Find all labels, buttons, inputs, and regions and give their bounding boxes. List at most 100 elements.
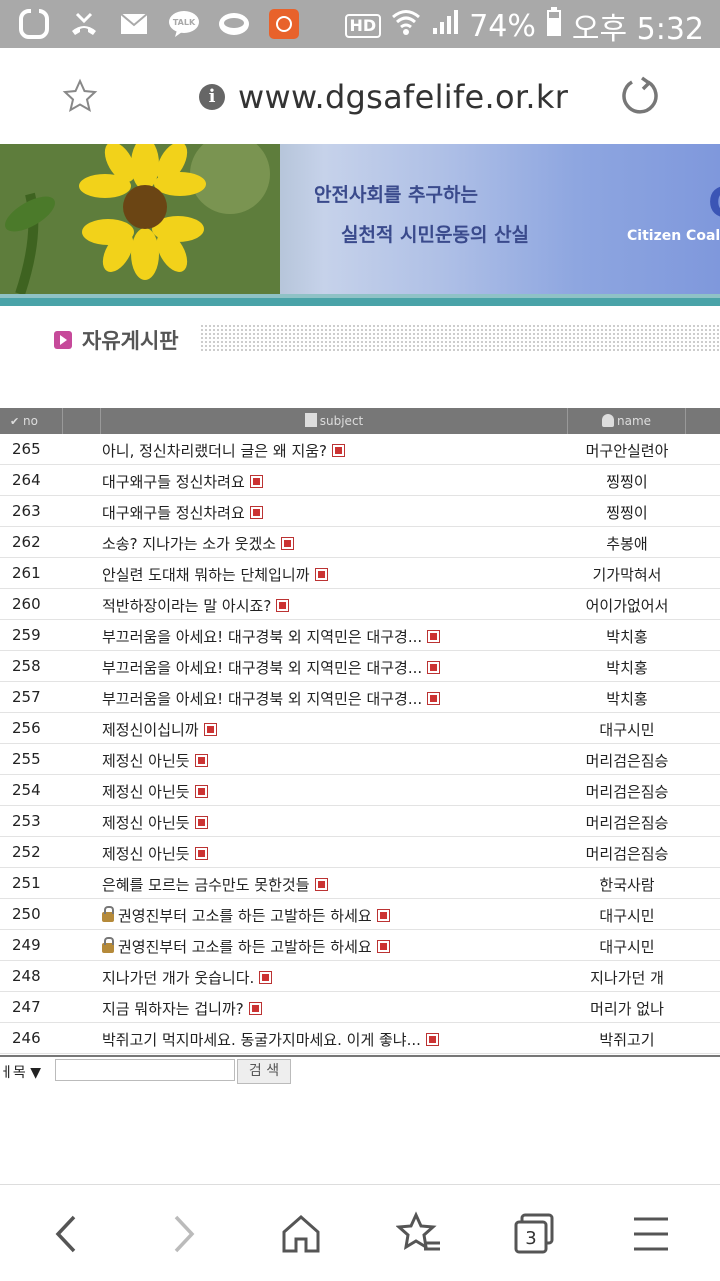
post-subject-link[interactable]: 안실련 도대채 뭐하는 단체입니까 <box>102 564 328 585</box>
new-post-icon <box>194 816 208 829</box>
table-row: 258 부끄러움을 아세요! 대구경북 외 지역민은 대구경... 박치홍 <box>0 651 720 682</box>
new-post-icon <box>427 692 441 705</box>
post-author: 박치홍 <box>606 690 648 708</box>
user-icon <box>601 414 614 427</box>
post-subject-link[interactable]: 부끄러움을 아세요! 대구경북 외 지역민은 대구경... <box>102 657 441 678</box>
kakaotalk-icon: TALK <box>168 8 200 40</box>
post-subject-link[interactable]: 박쥐고기 먹지마세요. 동굴가지마세요. 이게 좋냐... <box>102 1029 439 1050</box>
post-subject-link[interactable]: 지나가던 개가 웃습니다. <box>102 967 273 988</box>
post-number: 246 <box>12 1029 41 1047</box>
table-row: 252 제정신 아닌듯 머리검은짐승 <box>0 837 720 868</box>
search-button[interactable]: 검 색 <box>237 1059 291 1084</box>
post-number: 260 <box>12 595 41 613</box>
post-number: 265 <box>12 440 41 458</box>
post-author: 머리검은짐승 <box>585 752 669 770</box>
post-number: 251 <box>12 874 41 892</box>
post-author: 박치홍 <box>606 659 648 677</box>
table-row: 257 부끄러움을 아세요! 대구경북 외 지역민은 대구경... 박치홍 <box>0 682 720 713</box>
post-number: 264 <box>12 471 41 489</box>
table-row: 250 권영진부터 고소를 하든 고발하든 하세요 대구시민 <box>0 899 720 930</box>
status-bar: TALK HD 74% 오후 5:32 <box>0 0 720 48</box>
post-number: 254 <box>12 781 41 799</box>
post-number: 258 <box>12 657 41 675</box>
post-author: 머리검은짐승 <box>585 783 669 801</box>
post-author: 추봉애 <box>606 535 648 553</box>
post-subject-link[interactable]: 제정신 아닌듯 <box>102 750 208 771</box>
lock-icon <box>102 906 114 922</box>
post-subject-link[interactable]: 대구왜구들 정신차려요 <box>102 471 263 492</box>
post-subject-link[interactable]: 권영진부터 고소를 하든 고발하든 하세요 <box>102 905 390 926</box>
new-post-icon <box>376 940 390 953</box>
new-post-icon <box>332 444 346 457</box>
new-post-icon <box>314 568 328 581</box>
post-subject-link[interactable]: 제정신 아닌듯 <box>102 843 208 864</box>
post-number: 257 <box>12 688 41 706</box>
post-author: 머리검은짐승 <box>585 814 669 832</box>
reload-icon[interactable] <box>618 74 662 118</box>
post-author: 지나가던 개 <box>590 969 664 987</box>
site-info-icon[interactable]: i <box>199 84 225 110</box>
post-subject-link[interactable]: 소송? 지나가는 소가 웃겠소 <box>102 533 295 554</box>
menu-icon[interactable] <box>628 1211 674 1257</box>
search-field-select[interactable]: ㅔ목 ▼ <box>0 1062 41 1082</box>
post-author: 대구시민 <box>599 907 655 925</box>
new-post-icon <box>427 630 441 643</box>
post-subject-link[interactable]: 대구왜구들 정신차려요 <box>102 502 263 523</box>
post-number: 255 <box>12 750 41 768</box>
missed-call-icon <box>68 8 100 40</box>
column-header-name: name <box>568 408 686 434</box>
mail-icon <box>118 8 150 40</box>
signal-icon <box>431 8 459 44</box>
post-subject-link[interactable]: 제정신 아닌듯 <box>102 812 208 833</box>
forward-icon[interactable] <box>160 1211 206 1257</box>
table-row: 254 제정신 아닌듯 머리검은짐승 <box>0 775 720 806</box>
table-row: 260 적반하장이라는 말 아시죠? 어이가없어서 <box>0 589 720 620</box>
post-number: 250 <box>12 905 41 923</box>
post-subject-link[interactable]: 제정신이십니까 <box>102 719 217 740</box>
new-post-icon <box>249 506 263 519</box>
post-subject-link[interactable]: 권영진부터 고소를 하든 고발하든 하세요 <box>102 936 390 957</box>
wifi-icon <box>391 8 421 44</box>
post-number: 248 <box>12 967 41 985</box>
new-post-icon <box>259 971 273 984</box>
post-author: 기가막혀서 <box>592 566 662 584</box>
document-icon <box>304 413 317 427</box>
new-post-icon <box>248 1002 262 1015</box>
post-author: 머리검은짐승 <box>585 845 669 863</box>
banner-divider-stripe <box>0 298 720 306</box>
table-row: 259 부끄러움을 아세요! 대구경북 외 지역민은 대구경... 박치홍 <box>0 620 720 651</box>
post-subject-link[interactable]: 아니, 정신차리랬더니 글은 왜 지움? <box>102 440 346 461</box>
table-row: 253 제정신 아닌듯 머리검은짐승 <box>0 806 720 837</box>
tabs-icon[interactable]: 3 <box>512 1211 558 1257</box>
home-icon[interactable] <box>278 1211 324 1257</box>
battery-percent: 74% <box>469 8 536 44</box>
new-post-icon <box>203 723 217 736</box>
url-text[interactable]: www.dgsafelife.or.kr <box>238 78 568 116</box>
post-number: 263 <box>12 502 41 520</box>
table-row: 261 안실련 도대채 뭐하는 단체입니까 기가막혀서 <box>0 558 720 589</box>
dotted-divider <box>200 324 720 352</box>
post-subject-link[interactable]: 적반하장이라는 말 아시죠? <box>102 595 290 616</box>
post-author: 박쥐고기 <box>599 1031 655 1049</box>
post-subject-link[interactable]: 은혜를 모르는 금수만도 못한것들 <box>102 874 328 895</box>
post-author: 머구안실련아 <box>585 442 669 460</box>
column-header-end <box>686 408 720 434</box>
post-subject-link[interactable]: 지금 뭐하자는 겁니까? <box>102 998 262 1019</box>
new-post-icon <box>194 754 208 767</box>
table-row: 265 아니, 정신차리랬더니 글은 왜 지움? 머구안실련아 <box>0 434 720 465</box>
bookmark-star-icon[interactable] <box>62 78 98 114</box>
new-post-icon <box>314 878 328 891</box>
post-author: 찡찡이 <box>606 473 648 491</box>
post-author: 박치홍 <box>606 628 648 646</box>
post-number: 262 <box>12 533 41 551</box>
post-number: 249 <box>12 936 41 954</box>
back-icon[interactable] <box>44 1211 90 1257</box>
post-subject-link[interactable]: 제정신 아닌듯 <box>102 781 208 802</box>
post-number: 259 <box>12 626 41 644</box>
bookmarks-icon[interactable] <box>395 1211 442 1257</box>
table-row: 262 소송? 지나가는 소가 웃겠소 추봉애 <box>0 527 720 558</box>
post-subject-link[interactable]: 부끄러움을 아세요! 대구경북 외 지역민은 대구경... <box>102 626 441 647</box>
table-row: 248 지나가던 개가 웃습니다. 지나가던 개 <box>0 961 720 992</box>
post-subject-link[interactable]: 부끄러움을 아세요! 대구경북 외 지역민은 대구경... <box>102 688 441 709</box>
search-input[interactable] <box>55 1059 235 1081</box>
